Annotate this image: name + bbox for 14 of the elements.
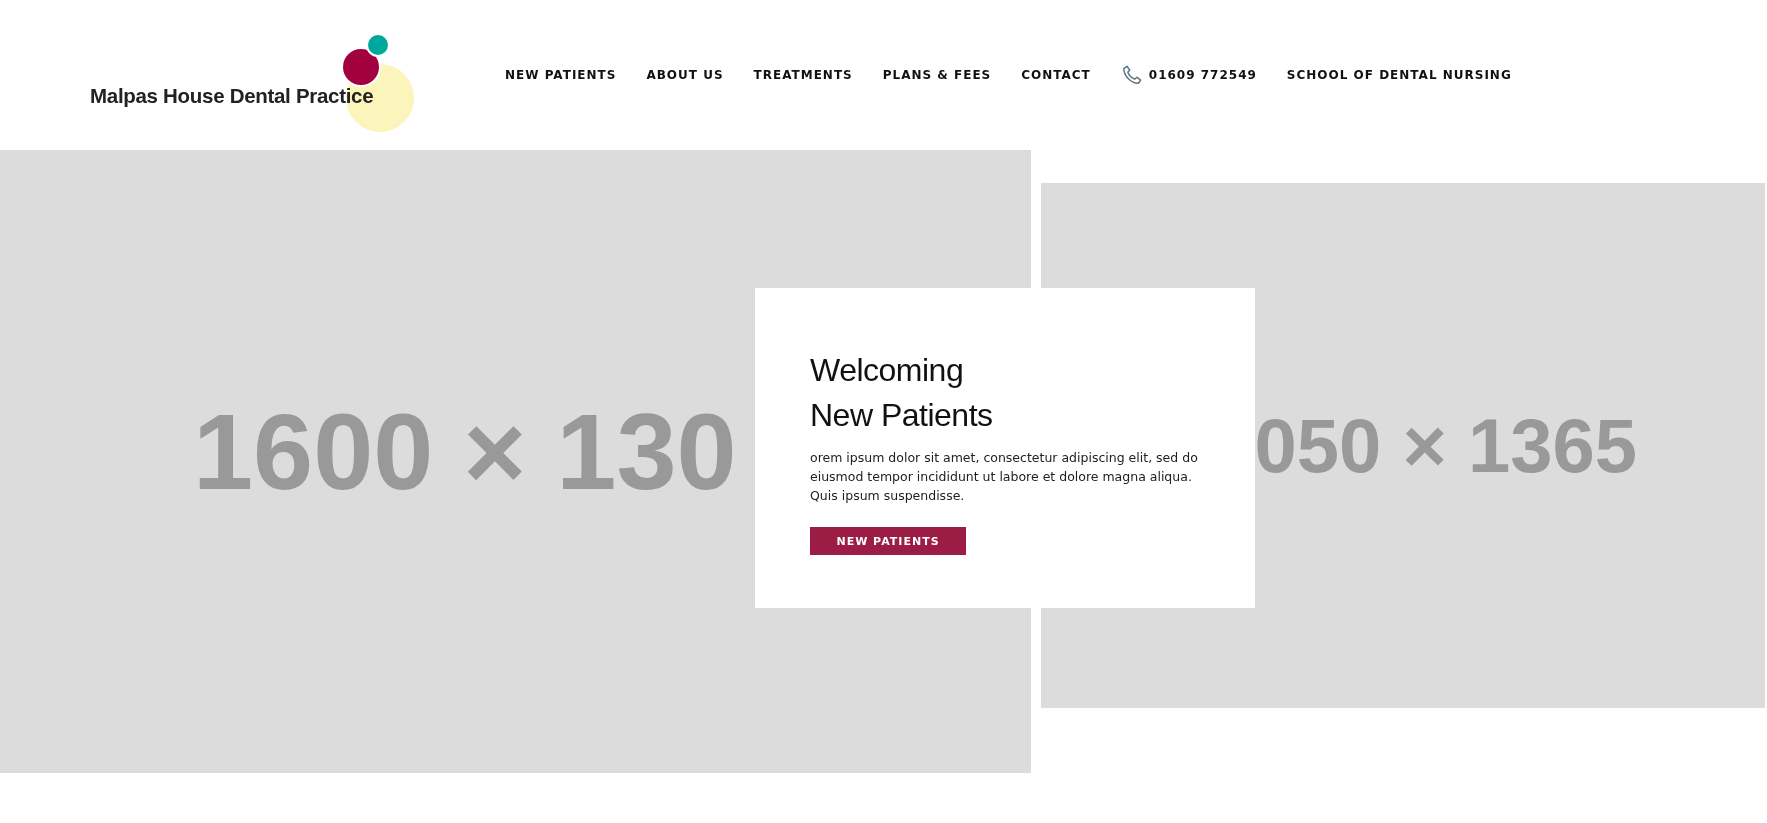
new-patients-button[interactable]: NEW PATIENTS xyxy=(810,527,966,555)
nav-link[interactable]: ABOUT US xyxy=(646,68,724,82)
image-size-text: 050 × 1365 xyxy=(1254,402,1637,489)
nav-link[interactable]: PLANS & FEES xyxy=(882,68,992,82)
logo-text[interactable]: Malpas House Dental Practice xyxy=(90,84,374,108)
nav-link[interactable]: TREATMENTS xyxy=(753,68,853,82)
card-text: orem ipsum dolor sit amet, consectetur adipiscing elit, sed do eiusmod tempor incididunt ut labore et dolore magna aliqua. Quis ipsum suspendisse. xyxy=(810,449,1199,505)
nav-link[interactable]: NEW PATIENTS xyxy=(505,68,617,82)
nav-link[interactable]: SCHOOL OF DENTAL NURSING xyxy=(1286,68,1512,82)
nav-link[interactable]: CONTACT xyxy=(1021,68,1091,82)
card-title: Welcoming New Patients xyxy=(810,351,994,435)
phone-link[interactable]: 01609 772549 xyxy=(1120,64,1257,86)
image-size-text: 1600 × 130 xyxy=(193,390,737,514)
phone-icon xyxy=(1120,64,1143,86)
